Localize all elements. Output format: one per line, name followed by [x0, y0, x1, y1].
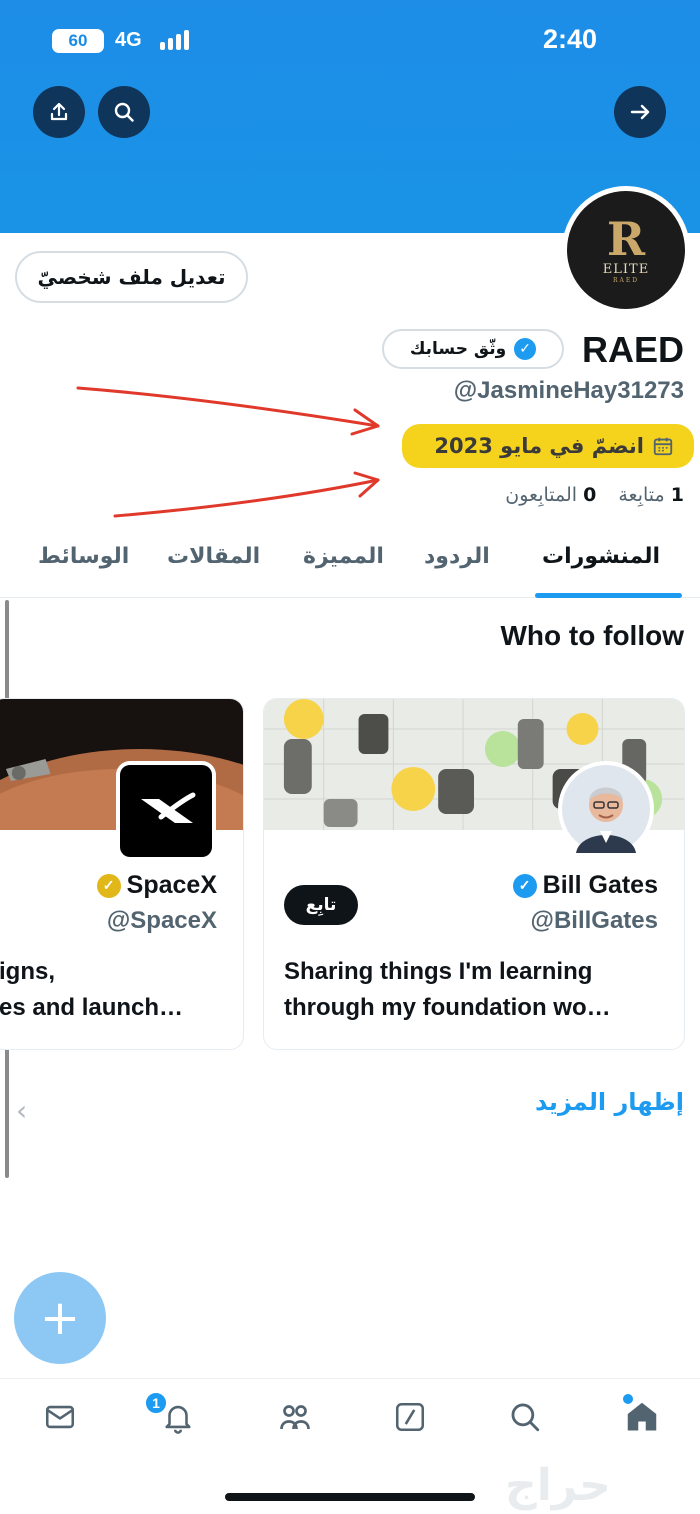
joined-date: انضمّ في مايو 2023	[402, 424, 694, 468]
tab-highlights[interactable]: المميزة	[303, 540, 384, 598]
network-indicator: 4G	[115, 29, 142, 51]
avatar-logo: R ELITE RAED	[567, 191, 685, 309]
status-time: 2:40	[543, 24, 598, 54]
verified-badge-icon: ✓	[512, 873, 537, 898]
search-icon	[114, 102, 134, 122]
share-icon	[50, 102, 68, 121]
follow-button[interactable]: تابِع	[284, 885, 358, 925]
home-indicator[interactable]	[225, 1493, 475, 1501]
card-bio-line2: es and launch…	[0, 994, 184, 1021]
tab-replies[interactable]: الردود	[424, 540, 490, 598]
following-link[interactable]: 1 متابِعة	[618, 484, 684, 506]
nav-search[interactable]	[505, 1397, 545, 1437]
chevron-left-icon[interactable]: ‹	[16, 1094, 27, 1127]
active-tab-indicator	[535, 593, 682, 598]
bottom-navigation: 1	[0, 1378, 700, 1458]
home-icon	[627, 1402, 657, 1431]
spacex-avatar	[116, 761, 216, 861]
nav-communities[interactable]	[275, 1397, 315, 1437]
notification-badge: 1	[144, 1391, 168, 1415]
watermark-logo: حراج	[505, 1460, 611, 1511]
verify-account-button[interactable]: وثّق حسابك ✓	[382, 329, 564, 369]
spacex-logo	[120, 765, 212, 857]
spacex-x-icon	[141, 792, 196, 823]
gold-verified-badge-icon: ✓	[96, 873, 121, 898]
slash-box-icon	[395, 1402, 425, 1432]
battery-indicator: 60	[52, 29, 104, 53]
card-handle: @BillGates	[530, 907, 658, 934]
search-icon	[511, 1403, 540, 1432]
people-icon	[280, 1405, 310, 1430]
follow-stats: 1 متابِعة 0 المتابِعون	[505, 484, 684, 506]
home-unread-dot	[623, 1394, 633, 1404]
plus-icon: +	[39, 1290, 81, 1346]
nav-messages[interactable]	[40, 1397, 80, 1437]
nav-grok[interactable]	[390, 1397, 430, 1437]
arrow-right-icon	[630, 104, 650, 120]
verified-check-icon: ✓	[514, 338, 537, 360]
search-button[interactable]	[98, 86, 150, 138]
followers-link[interactable]: 0 المتابِعون	[505, 484, 596, 506]
card-bio-line1: Sharing things I'm learning	[284, 958, 593, 985]
billgates-avatar	[558, 761, 654, 857]
verify-label: وثّق حسابك	[409, 339, 507, 359]
back-button[interactable]	[614, 86, 666, 138]
mail-icon	[45, 1405, 75, 1429]
card-bio-line2: through my foundation wo…	[284, 994, 611, 1021]
tab-articles[interactable]: المقالات	[167, 540, 260, 598]
profile-name: RAED	[581, 329, 684, 370]
compose-button[interactable]: +	[14, 1272, 106, 1364]
tab-posts[interactable]: المنشورات	[542, 540, 660, 598]
annotation-arrows	[76, 386, 380, 518]
signal-icon	[160, 30, 189, 50]
card-name[interactable]: ✓ Bill Gates	[512, 871, 658, 900]
profile-avatar[interactable]: R ELITE RAED	[562, 186, 690, 314]
card-handle: @SpaceX	[106, 907, 217, 934]
who-to-follow-title: Who to follow	[500, 620, 685, 651]
card-bio-line1: igns,	[0, 958, 56, 985]
profile-handle: @JasmineHay31273	[453, 377, 684, 404]
card-name[interactable]: ✓ SpaceX	[96, 871, 217, 900]
follow-card-billgates[interactable]: ✓ Bill Gates @BillGates تابِع Sharing th…	[263, 698, 685, 1050]
profile-tabs: المنشورات الردود المميزة المقالات الوسائ…	[0, 540, 700, 598]
follow-card-spacex[interactable]: ✓ SpaceX @SpaceX igns, es and launch…	[0, 698, 244, 1050]
tab-media[interactable]: الوسائط	[38, 540, 129, 598]
edit-profile-button[interactable]: تعديل ملف شخصيّ	[15, 251, 248, 303]
joined-label: انضمّ في مايو 2023	[434, 434, 644, 458]
calendar-icon	[653, 437, 673, 456]
show-more-link[interactable]: إظهار المزيد	[535, 1088, 684, 1116]
billgates-photo	[562, 765, 650, 853]
share-button[interactable]	[33, 86, 85, 138]
